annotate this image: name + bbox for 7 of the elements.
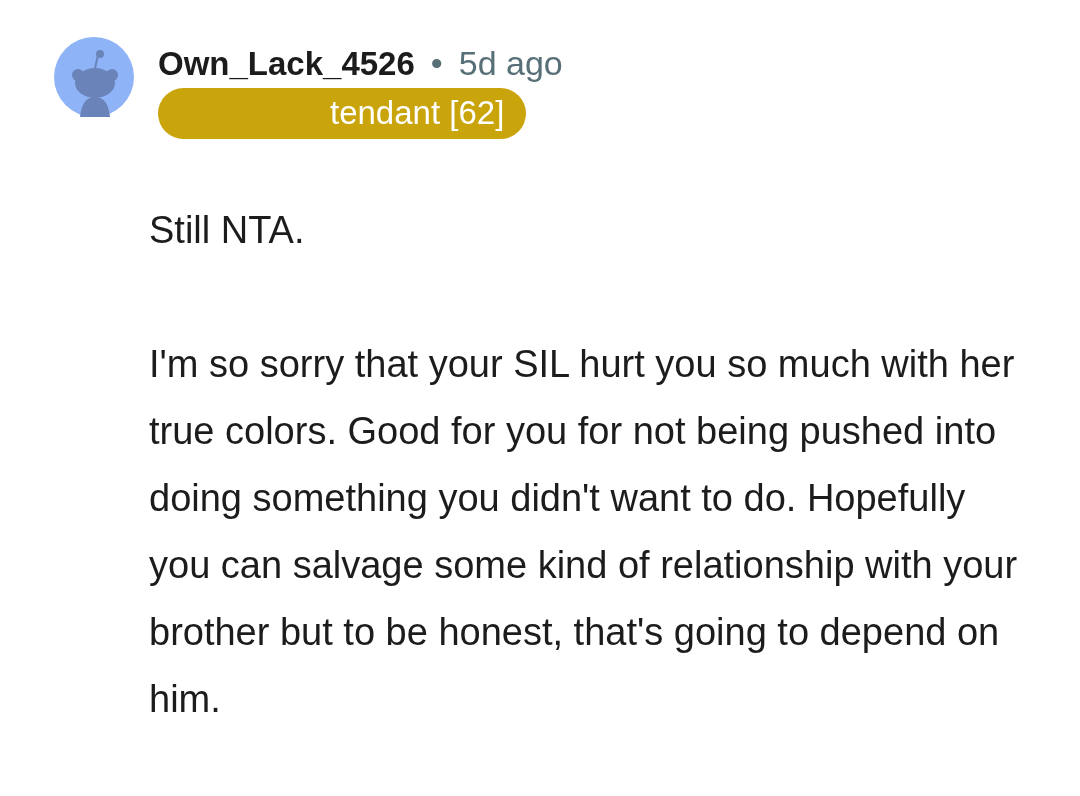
separator-dot: •: [430, 45, 443, 83]
comment-paragraph: Still NTA.: [149, 208, 306, 254]
avatar-icon[interactable]: [54, 37, 134, 117]
comment-paragraph: I'm so sorry that your SIL hurt you so much with her true colors. Good for you for not being pushed into doing something you didn't want to do. Hopefully you can salvage some kind of relationship with your brother but to be honest, that's going to depend on him.: [149, 342, 1019, 723]
username-link[interactable]: Own_Lack_4526: [158, 45, 415, 82]
user-flair: tendant [62]: [158, 88, 527, 140]
timestamp: 5d ago: [458, 45, 563, 83]
